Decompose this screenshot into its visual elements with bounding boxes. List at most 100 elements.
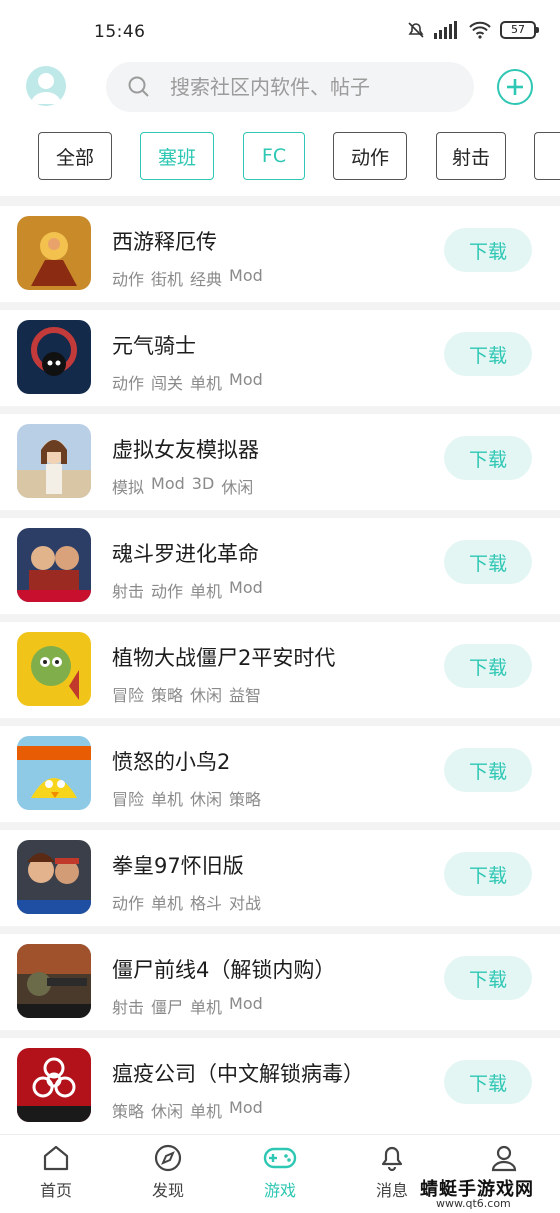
game-tag: 3D	[191, 474, 215, 493]
download-button[interactable]: 下载	[444, 956, 532, 1000]
nav-tab-games[interactable]: 游戏	[240, 1143, 320, 1201]
game-tag: 益智	[229, 686, 262, 705]
list-item[interactable]: 拳皇97怀旧版 动作 单机 格斗 对战 下载	[0, 830, 560, 926]
game-tag: 模拟	[112, 478, 145, 497]
game-tag: 单机	[190, 1102, 223, 1121]
download-button[interactable]: 下载	[444, 332, 532, 376]
list-item[interactable]: 魂斗罗进化革命 射击 动作 单机 Mod 下载	[0, 518, 560, 614]
list-item[interactable]: 瘟疫公司（中文解锁病毒） 策略 休闲 单机 Mod 下载	[0, 1038, 560, 1134]
game-tag: 策略	[229, 790, 262, 809]
download-button[interactable]: 下载	[444, 852, 532, 896]
filter-chip-more[interactable]	[534, 132, 560, 180]
list-item[interactable]: 虚拟女友模拟器 模拟 Mod 3D 休闲 下载	[0, 414, 560, 510]
game-name: 虚拟女友模拟器	[112, 438, 259, 462]
filter-chip-action[interactable]: 动作	[333, 132, 407, 180]
user-avatar[interactable]	[26, 66, 66, 106]
game-tags: 动作 闯关 单机 Mod	[112, 370, 263, 394]
game-name: 魂斗罗进化革命	[112, 542, 259, 566]
list-item[interactable]: 西游释厄传 动作 街机 经典 Mod 下载	[0, 206, 560, 302]
status-bar: 15:46 57	[0, 0, 560, 60]
download-button[interactable]: 下载	[444, 1060, 532, 1104]
filter-chip-fc[interactable]: FC	[243, 132, 305, 180]
game-name: 植物大战僵尸2平安时代	[112, 646, 336, 670]
download-button[interactable]: 下载	[444, 228, 532, 272]
game-tag: 动作	[112, 270, 145, 289]
filter-chip-all[interactable]: 全部	[38, 132, 112, 180]
game-icon-kof97	[17, 840, 91, 914]
game-icon-xiyou	[17, 216, 91, 290]
top-bar	[0, 62, 560, 114]
avatar-icon	[31, 73, 61, 104]
game-icon-soul-knight	[17, 320, 91, 394]
game-tags: 策略 休闲 单机 Mod	[112, 1098, 263, 1122]
filter-chip-shooting[interactable]: 射击	[436, 132, 506, 180]
game-name: 拳皇97怀旧版	[112, 854, 244, 878]
game-tag: Mod	[229, 578, 263, 597]
game-list: 西游释厄传 动作 街机 经典 Mod 下载 元气骑士 动作 闯关 单机 Mod …	[0, 196, 560, 1134]
home-icon	[43, 1145, 69, 1171]
game-tag: Mod	[229, 370, 263, 389]
search-icon	[126, 74, 152, 100]
game-tag: 闯关	[151, 374, 184, 393]
game-tag: Mod	[229, 1098, 263, 1117]
game-tag: 街机	[151, 270, 184, 289]
nav-label-home: 首页	[39, 1181, 72, 1200]
game-icon-zombie-frontier-4	[17, 944, 91, 1018]
game-tags: 模拟 Mod 3D 休闲	[112, 474, 253, 498]
game-tags: 动作 街机 经典 Mod	[112, 266, 263, 290]
plus-icon	[507, 79, 523, 95]
game-tag: 休闲	[190, 790, 223, 809]
list-item[interactable]: 僵尸前线4（解锁内购） 射击 僵尸 单机 Mod 下载	[0, 934, 560, 1030]
game-tags: 射击 动作 单机 Mod	[112, 578, 263, 602]
game-name: 瘟疫公司（中文解锁病毒）	[112, 1062, 364, 1086]
game-tag: 格斗	[190, 894, 223, 913]
list-item[interactable]: 愤怒的小鸟2 冒险 单机 休闲 策略 下载	[0, 726, 560, 822]
download-button[interactable]: 下载	[444, 540, 532, 584]
game-tag: Mod	[229, 266, 263, 285]
nav-tab-discover[interactable]: 发现	[128, 1143, 208, 1201]
game-tag: 动作	[112, 374, 145, 393]
status-time: 15:46	[94, 22, 146, 42]
filter-chip-symbian[interactable]: 塞班	[140, 132, 214, 180]
download-button[interactable]: 下载	[444, 748, 532, 792]
nav-tab-profile[interactable]	[464, 1143, 544, 1173]
person-icon	[491, 1145, 517, 1172]
nav-tab-home[interactable]: 首页	[16, 1143, 96, 1201]
bell-icon	[381, 1146, 403, 1172]
game-tag: Mod	[229, 994, 263, 1013]
game-tag: 单机	[190, 374, 223, 393]
search-bar[interactable]	[106, 62, 474, 112]
game-icon-contra	[17, 528, 91, 602]
game-tag: 经典	[190, 270, 223, 289]
nav-label-discover: 发现	[151, 1181, 184, 1200]
game-tag: 对战	[229, 894, 262, 913]
search-input[interactable]	[170, 75, 460, 99]
category-filter-row: 全部 塞班 FC 动作 射击	[0, 132, 560, 184]
game-tag: 动作	[112, 894, 145, 913]
game-tag: 冒险	[112, 686, 145, 705]
game-tag: 策略	[151, 686, 184, 705]
watermark-url: www.qt6.com	[436, 1197, 511, 1210]
download-button[interactable]: 下载	[444, 436, 532, 480]
game-tag: 休闲	[151, 1102, 184, 1121]
game-tag: 动作	[151, 582, 184, 601]
game-tag: 休闲	[190, 686, 223, 705]
game-tag: 策略	[112, 1102, 145, 1121]
game-icon-pvz2	[17, 632, 91, 706]
wifi-icon	[469, 21, 491, 39]
game-tag: 单机	[190, 582, 223, 601]
list-item[interactable]: 植物大战僵尸2平安时代 冒险 策略 休闲 益智 下载	[0, 622, 560, 718]
game-icon-plague-inc	[17, 1048, 91, 1122]
mute-bell-icon	[408, 22, 424, 38]
download-button[interactable]: 下载	[444, 644, 532, 688]
game-name: 僵尸前线4（解锁内购）	[112, 958, 336, 982]
battery-indicator: 57	[500, 21, 539, 39]
game-tag: 冒险	[112, 790, 145, 809]
nav-label-games: 游戏	[263, 1181, 296, 1200]
compass-icon	[154, 1144, 182, 1172]
add-button[interactable]	[497, 69, 533, 105]
list-item[interactable]: 元气骑士 动作 闯关 单机 Mod 下载	[0, 310, 560, 406]
game-tags: 动作 单机 格斗 对战	[112, 890, 261, 914]
game-tag: 单机	[190, 998, 223, 1017]
nav-label-messages: 消息	[375, 1181, 408, 1200]
